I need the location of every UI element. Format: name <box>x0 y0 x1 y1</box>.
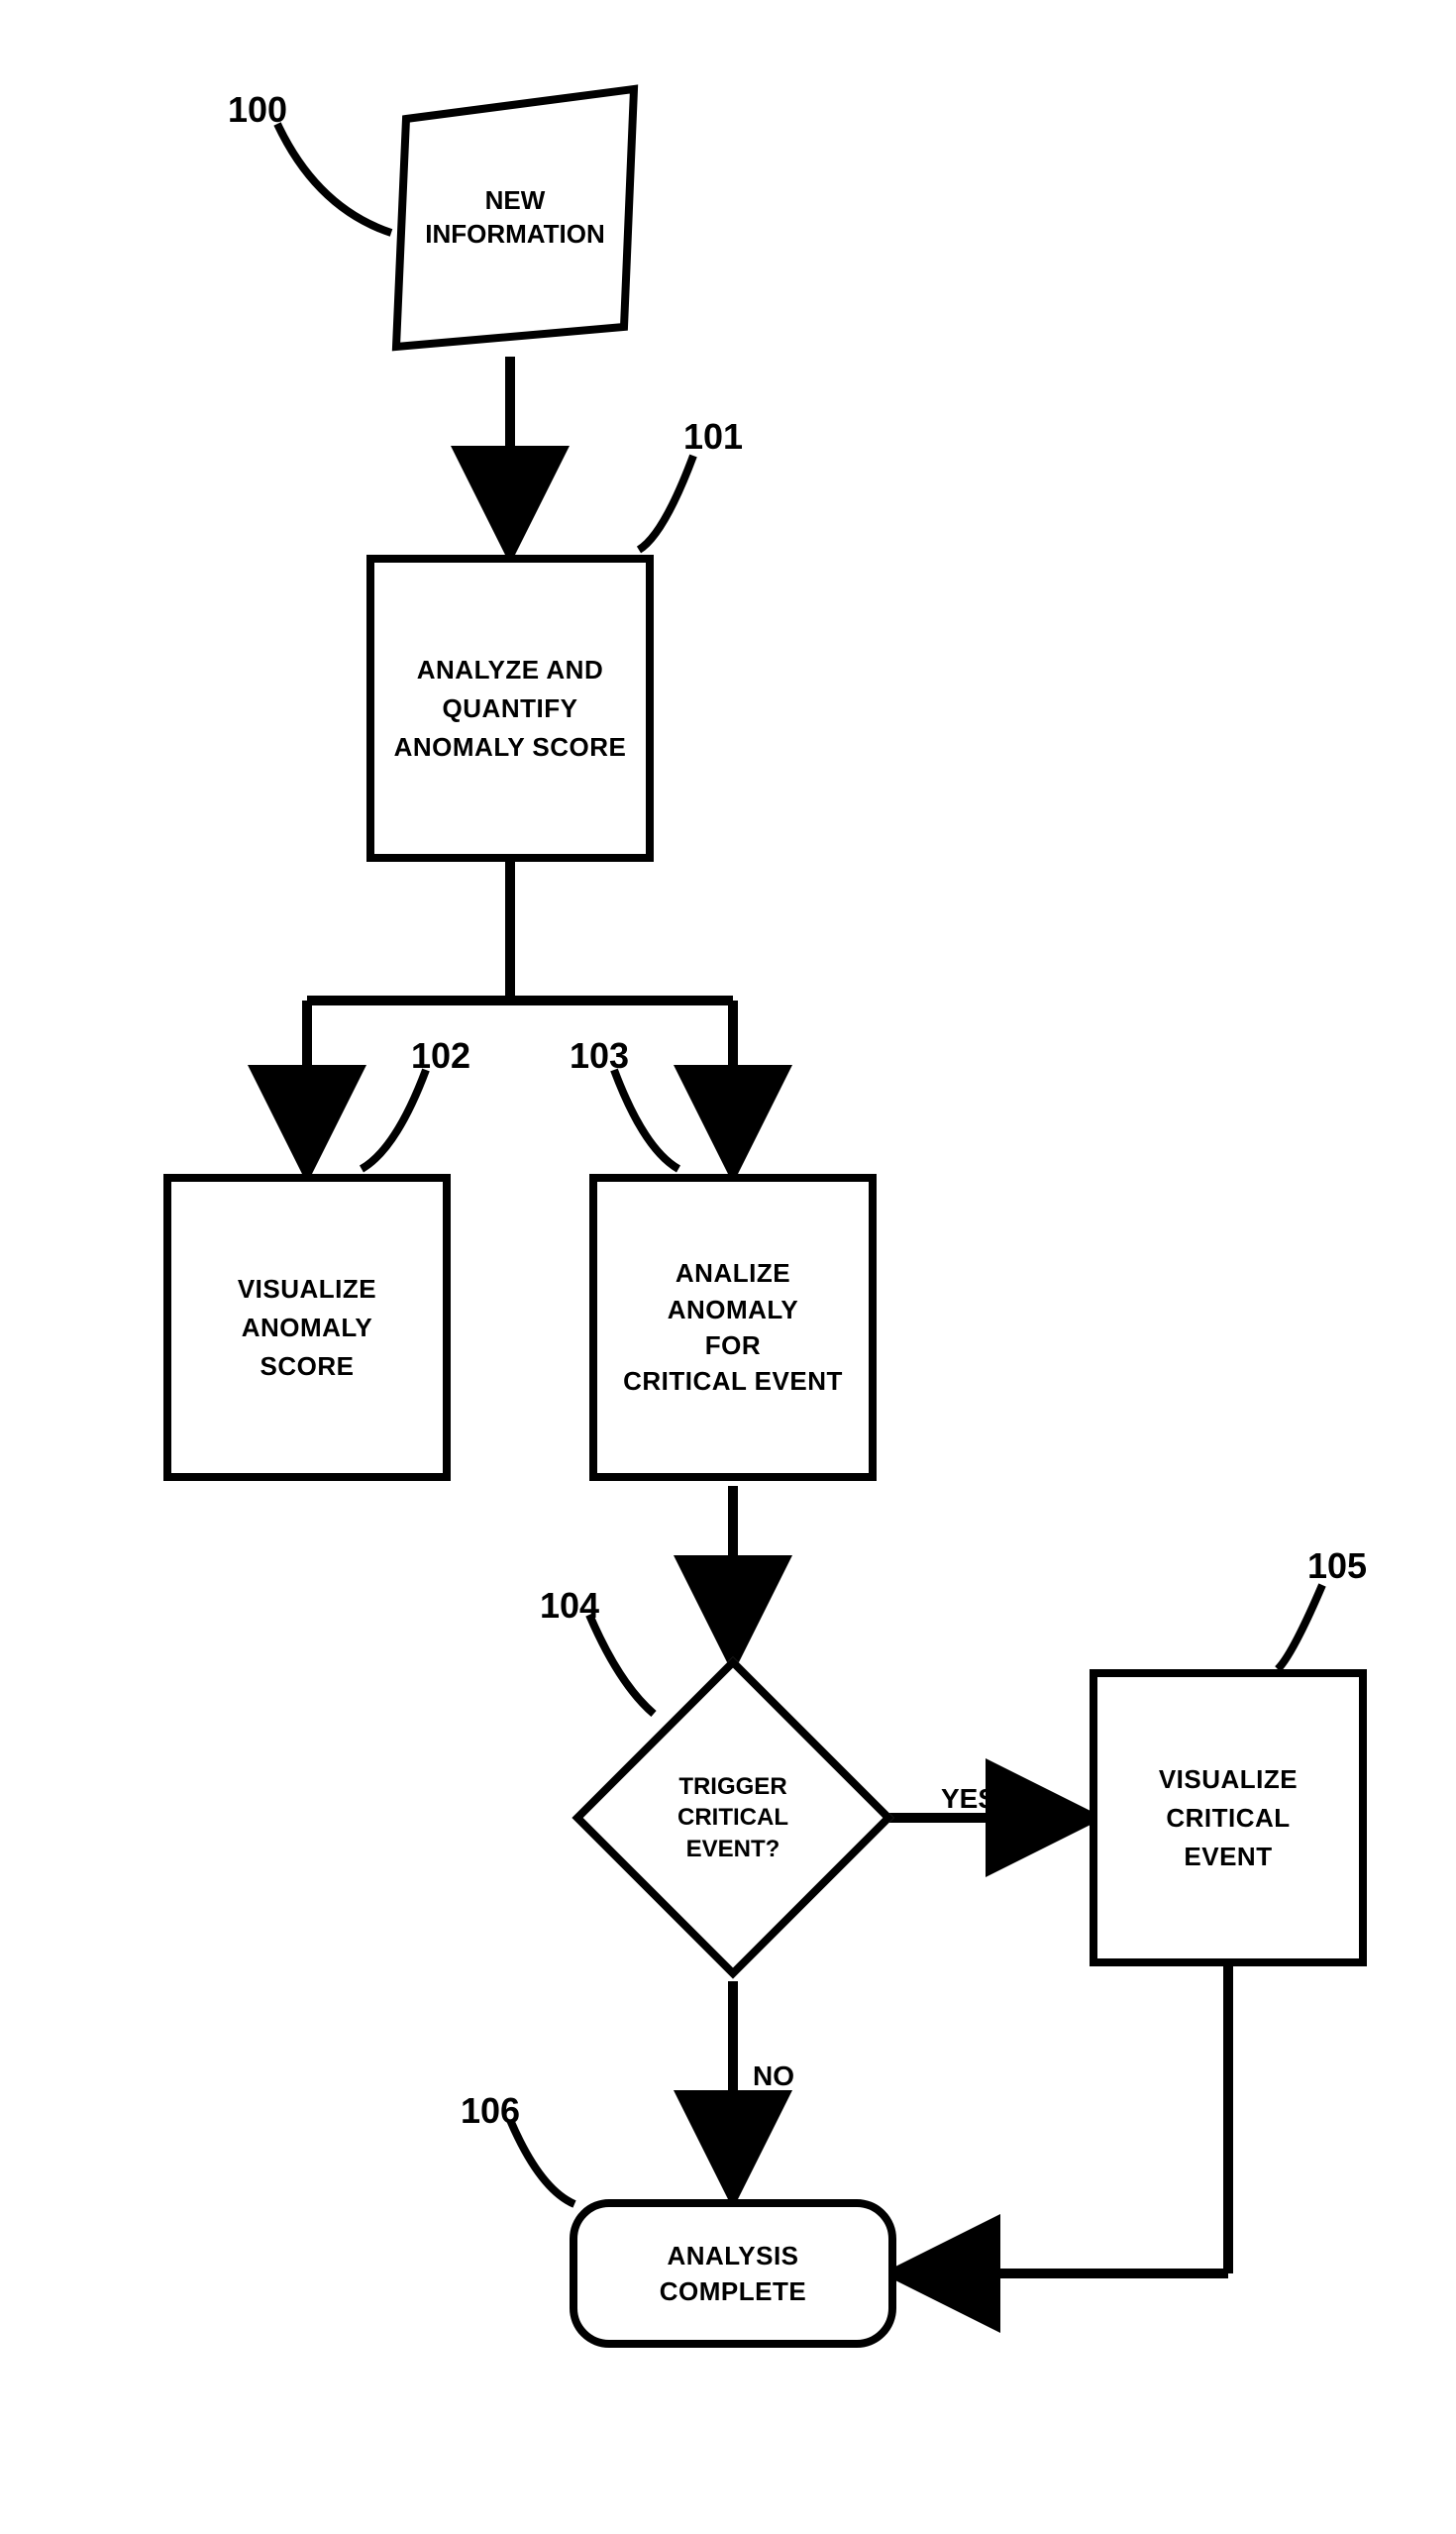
node-trigger-decision: TRIGGER CRITICAL EVENT? <box>619 1704 847 1932</box>
node-analyze-critical: ANALIZE ANOMALY FOR CRITICAL EVENT <box>589 1174 877 1481</box>
node-visualize-critical-text: VISUALIZE CRITICAL EVENT <box>1159 1760 1298 1876</box>
node-analyze-quantify-text: ANALYZE AND QUANTIFY ANOMALY SCORE <box>394 651 627 767</box>
node-analyze-critical-text: ANALIZE ANOMALY FOR CRITICAL EVENT <box>623 1255 843 1400</box>
flowchart-canvas: NEW INFORMATION ANALYZE AND QUANTIFY ANO… <box>0 0 1456 2534</box>
node-analyze-quantify: ANALYZE AND QUANTIFY ANOMALY SCORE <box>366 555 654 862</box>
edge-yes-label: YES <box>941 1783 996 1815</box>
callout-104: 104 <box>540 1585 599 1627</box>
node-new-information: NEW INFORMATION <box>376 79 654 357</box>
node-trigger-text: TRIGGER CRITICAL EVENT? <box>677 1771 788 1864</box>
node-visualize-score-text: VISUALIZE ANOMALY SCORE <box>238 1270 376 1386</box>
node-visualize-score: VISUALIZE ANOMALY SCORE <box>163 1174 451 1481</box>
node-complete: ANALYSIS COMPLETE <box>570 2199 896 2348</box>
node-visualize-critical: VISUALIZE CRITICAL EVENT <box>1090 1669 1367 1966</box>
callout-102: 102 <box>411 1035 470 1077</box>
edge-no-label: NO <box>753 2060 794 2092</box>
node-new-information-text: NEW INFORMATION <box>425 184 605 252</box>
callout-105: 105 <box>1307 1545 1367 1587</box>
callout-106: 106 <box>461 2090 520 2132</box>
callout-100: 100 <box>228 89 287 131</box>
node-complete-text: ANALYSIS COMPLETE <box>660 2238 806 2310</box>
callout-103: 103 <box>570 1035 629 1077</box>
callout-101: 101 <box>683 416 743 458</box>
